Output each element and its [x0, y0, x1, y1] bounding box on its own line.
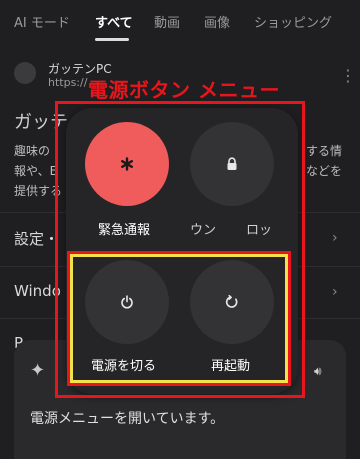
tab-images[interactable]: 画像 — [204, 12, 230, 31]
search-tabs: AI モード すべて 動画 画像 ショッピング — [0, 0, 360, 44]
list-item[interactable]: 設定・ — [14, 228, 59, 249]
snippet-line-right: などを — [306, 164, 343, 178]
assistant-message: 電源メニューを開いています。 — [30, 411, 225, 427]
more-options-icon[interactable]: ⋮ — [340, 66, 356, 85]
power-options-highlight — [70, 254, 288, 383]
tab-shopping[interactable]: ショッピング — [254, 12, 332, 31]
tab-videos[interactable]: 動画 — [154, 12, 180, 31]
chevron-right-icon: › — [332, 230, 338, 246]
snippet-line-right: する情 — [306, 144, 343, 158]
list-item[interactable]: Windo — [14, 282, 61, 300]
snippet-line: 報や、E — [14, 164, 58, 178]
sparkle-icon: ✦ — [30, 360, 46, 381]
annotation-title: 電源ボタン メニュー — [88, 78, 280, 102]
site-favicon-icon — [14, 62, 36, 84]
tab-all[interactable]: すべて — [95, 12, 133, 31]
speaker-icon[interactable]: 🔊︎ — [314, 364, 322, 379]
active-tab-indicator — [95, 38, 129, 41]
tab-ai-mode[interactable]: AI モード — [14, 12, 70, 31]
snippet-line: 趣味の — [14, 144, 51, 158]
chevron-right-icon: › — [332, 284, 338, 300]
site-url: https:// — [48, 76, 88, 89]
